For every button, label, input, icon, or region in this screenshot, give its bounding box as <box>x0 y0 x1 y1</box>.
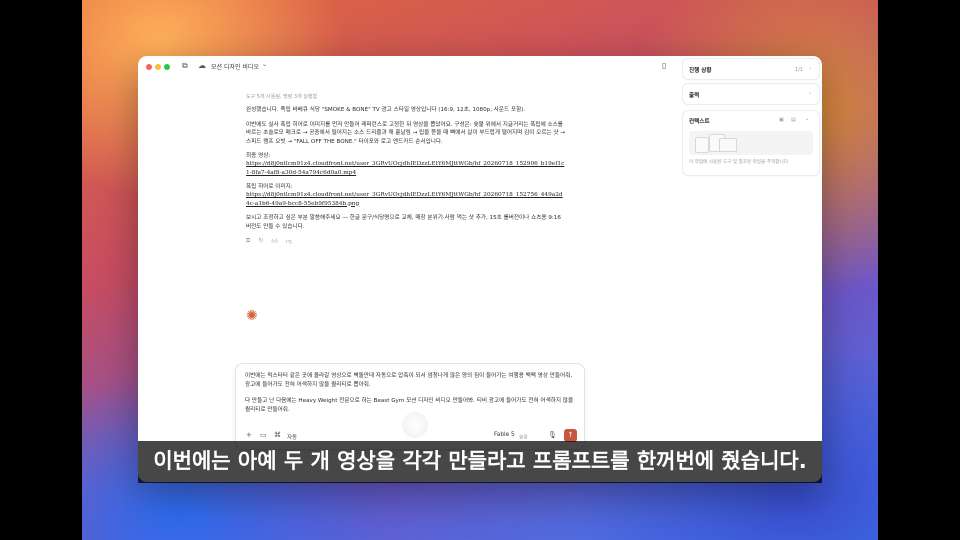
hero-image-label: 폭립 히어로 이미지: <box>246 184 293 191</box>
thumbs-up-icon[interactable]: 👍︎ <box>271 237 277 245</box>
assistant-spark-icon: ✺ <box>246 308 258 324</box>
zoom-window-button[interactable] <box>164 64 170 70</box>
description-text: 이번에도 실사 폭립 히어로 이미지를 먼저 만들어 레퍼런스로 고정한 뒤 영… <box>246 121 566 145</box>
add-icon[interactable]: + <box>246 431 252 439</box>
close-window-button[interactable] <box>146 64 152 70</box>
chevron-down-icon[interactable]: ⌄ <box>262 61 267 68</box>
app-window: ⧉ ☁ 모션 디자인 비디오 ⌄ ▯ 도구 5개 사용됨, 명령 3개 실행함 … <box>138 56 822 482</box>
prompt-line-1: 이번에는 릭스타터 같은 곳에 올라갈 영상으로 벽돌만데 자동으로 압축이 되… <box>245 373 573 388</box>
model-selector[interactable]: Fable 5 <box>494 432 515 438</box>
context-card[interactable]: 컨텍스트 ▣ ▤ ⌄ 이 작업에 사용된 도구 및 참조된 파일을 추적합니다. <box>683 111 819 175</box>
hero-image-link[interactable]: https://d8j0ntlcm91z4.cloudfront.net/use… <box>246 191 566 208</box>
chevron-right-icon: › <box>809 66 811 72</box>
image-icon[interactable]: ▣ <box>779 117 784 123</box>
effort-selector[interactable]: 높음 <box>519 433 528 440</box>
chevron-down-icon[interactable]: ⌄ <box>805 116 809 122</box>
file-icon[interactable]: ▤ <box>791 117 796 123</box>
thumbs-down-icon[interactable]: 👎︎ <box>286 237 292 245</box>
microphone-icon[interactable]: 🎙︎ <box>548 431 557 439</box>
minimize-window-button[interactable] <box>155 64 161 70</box>
progress-card[interactable]: 진행 상황 1/1 › <box>683 59 819 79</box>
output-title: 출력 <box>689 93 700 99</box>
project-title[interactable]: 모션 디자인 비디오 <box>211 62 259 71</box>
new-chat-icon[interactable]: ⧉ <box>182 61 188 71</box>
context-title: 컨텍스트 <box>689 119 710 125</box>
followup-text: 보시고 조정하고 싶은 부분 말씀해주세요 — 한글 문구/식당명으로 교체, … <box>246 215 561 230</box>
progress-title: 진행 상황 <box>689 68 712 74</box>
final-video-label: 최종 영상: <box>246 153 271 160</box>
video-subtitle: 이번에는 아예 두 개 영상을 각각 만들라고 프롬프트를 한꺼번에 줬습니다. <box>138 441 822 483</box>
assistant-message: 도구 5개 사용됨, 명령 3개 실행함 완성했습니다. 족립 바베큐 식당 "… <box>246 93 566 245</box>
mode-selector[interactable]: 자동 <box>287 433 297 441</box>
final-video-link[interactable]: https://d8j0ntlcm91z4.cloudfront.net/use… <box>246 160 566 177</box>
tools-summary[interactable]: 도구 5개 사용됨, 명령 3개 실행함 <box>246 93 566 100</box>
context-files-illustration <box>689 131 813 155</box>
output-card[interactable]: 출력 › <box>683 84 819 104</box>
context-description: 이 작업에 사용된 도구 및 참조된 파일을 추적합니다. <box>689 160 790 165</box>
intro-text: 완성했습니다. 족립 바베큐 식당 "SMOKE & BONE" TV 광고 스… <box>246 107 526 113</box>
cloud-icon: ☁ <box>198 61 206 70</box>
retry-icon[interactable]: ↻ <box>258 237 263 245</box>
mouse-cursor-highlight <box>402 412 428 438</box>
subtitle-text: 이번에는 아예 두 개 영상을 각각 만들라고 프롬프트를 한꺼번에 줬습니다. <box>153 449 807 473</box>
mode-icon[interactable]: ⌘ <box>274 431 281 439</box>
folder-icon[interactable]: ▭ <box>260 431 267 439</box>
chevron-right-icon: › <box>809 91 811 97</box>
right-panel: 진행 상황 1/1 › 출력 › 컨텍스트 ▣ ▤ ⌄ 이 작업에 사용된 도구… <box>683 56 822 482</box>
message-actions: ⧉ ↻ 👍︎ 👎︎ <box>246 237 566 245</box>
progress-count: 1/1 <box>795 67 804 73</box>
sidebar-toggle-icon[interactable]: ▯ <box>662 61 666 71</box>
copy-icon[interactable]: ⧉ <box>246 237 250 245</box>
